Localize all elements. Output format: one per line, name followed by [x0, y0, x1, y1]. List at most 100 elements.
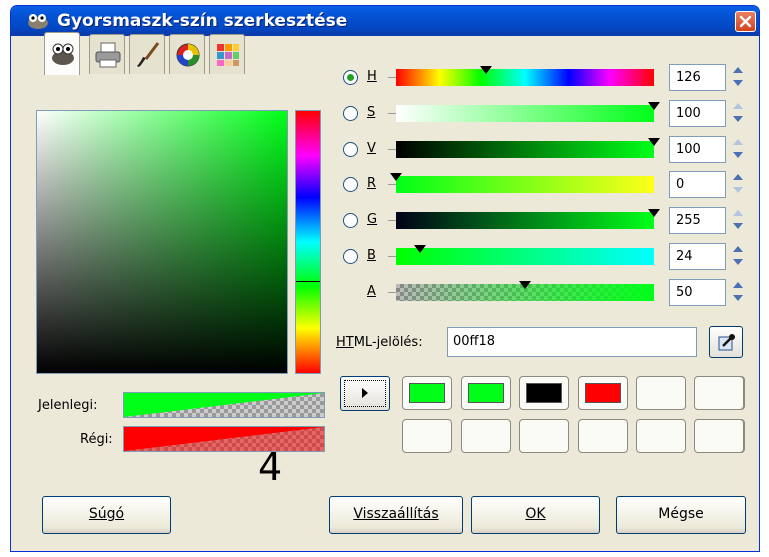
spin-input-g[interactable]: 255: [669, 207, 726, 234]
spin-buttons-a[interactable]: [730, 279, 746, 306]
ok-button[interactable]: OK: [471, 496, 600, 534]
radio-h[interactable]: [343, 70, 358, 85]
tab-watercolor[interactable]: [129, 34, 165, 74]
spin-down-icon[interactable]: [733, 152, 743, 158]
slider-b[interactable]: [388, 245, 654, 265]
spin-buttons-h[interactable]: [730, 64, 746, 91]
history-swatch[interactable]: [636, 419, 686, 453]
spin-buttons-r[interactable]: [730, 171, 746, 198]
spin-down-icon[interactable]: [733, 259, 743, 265]
slider-v[interactable]: [388, 138, 660, 158]
history-color: [526, 383, 562, 403]
add-to-history-button[interactable]: [340, 376, 390, 411]
previous-color-swatch: [123, 426, 325, 452]
hue-strip[interactable]: [295, 110, 321, 374]
history-swatch[interactable]: [402, 376, 452, 410]
radio-g[interactable]: [343, 213, 358, 228]
help-button-label: Súgó: [88, 506, 125, 522]
slider-s[interactable]: [388, 102, 660, 122]
spin-down-icon[interactable]: [733, 80, 743, 86]
previous-color-label: Régi:: [80, 432, 113, 447]
channel-label-v: V: [367, 141, 376, 156]
spin-up-icon[interactable]: [733, 174, 743, 180]
slider-marker-h[interactable]: [480, 66, 493, 74]
slider-tick: [388, 149, 396, 150]
spin-down-icon[interactable]: [733, 187, 743, 193]
cancel-button[interactable]: Mégse: [616, 496, 746, 534]
slider-a[interactable]: [388, 281, 654, 301]
radio-b[interactable]: [343, 249, 358, 264]
color-wheel-icon: [176, 43, 200, 67]
current-color-swatch: [123, 392, 325, 418]
history-color: [468, 383, 504, 403]
spin-buttons-b[interactable]: [730, 243, 746, 270]
slider-marker-a[interactable]: [519, 281, 531, 289]
history-swatch[interactable]: [694, 376, 744, 410]
history-swatch[interactable]: [578, 419, 628, 453]
slider-r[interactable]: [388, 173, 654, 193]
spin-up-icon[interactable]: [733, 282, 743, 288]
cancel-button-label: Mégse: [658, 506, 704, 522]
slider-marker-r[interactable]: [390, 173, 402, 181]
history-swatch[interactable]: [519, 419, 569, 453]
ok-button-label: OK: [525, 506, 546, 522]
spin-up-icon[interactable]: [733, 67, 743, 73]
channel-label-b: B: [367, 248, 376, 263]
spin-input-b[interactable]: 24: [669, 243, 726, 270]
tab-cmyk[interactable]: [89, 34, 125, 74]
slider-marker-b[interactable]: [414, 245, 427, 253]
history-swatch[interactable]: [636, 376, 686, 410]
spin-up-icon[interactable]: [733, 139, 743, 145]
slider-marker-g[interactable]: [648, 209, 660, 217]
slider-marker-s[interactable]: [648, 102, 660, 110]
spin-down-icon[interactable]: [733, 116, 743, 122]
current-color-label: Jelenlegi:: [38, 398, 98, 413]
color-picker-button[interactable]: [709, 326, 743, 358]
channel-label-r: R: [367, 176, 377, 191]
reset-button[interactable]: Visszaállítás: [329, 496, 463, 534]
hue-indicator[interactable]: [296, 280, 320, 282]
saturation-value-picker[interactable]: [36, 110, 288, 374]
history-swatch[interactable]: [578, 376, 628, 410]
history-swatch[interactable]: [402, 419, 452, 453]
slider-tick: [388, 113, 396, 114]
spin-input-s[interactable]: 100: [669, 100, 726, 127]
help-button[interactable]: Súgó: [42, 496, 171, 534]
spin-buttons-v[interactable]: [730, 136, 746, 163]
spin-down-icon[interactable]: [733, 223, 743, 229]
radio-v[interactable]: [343, 142, 358, 157]
tab-palette[interactable]: [209, 34, 245, 74]
tab-wheel[interactable]: [169, 34, 205, 74]
spin-buttons-g[interactable]: [730, 207, 746, 234]
spin-input-a[interactable]: 50: [669, 279, 726, 306]
radio-s[interactable]: [343, 106, 358, 121]
spin-up-icon[interactable]: [733, 246, 743, 252]
palette-icon: [217, 44, 239, 66]
dialog-title: Gyorsmaszk-szín szerkesztése: [57, 11, 348, 31]
html-notation-label: HTML-jelölés:: [336, 335, 423, 350]
history-swatch[interactable]: [694, 419, 744, 453]
spin-down-icon[interactable]: [733, 295, 743, 301]
spin-up-icon[interactable]: [733, 103, 743, 109]
tab-gimp-selector[interactable]: [44, 32, 80, 75]
html-notation-input[interactable]: 00ff18: [447, 327, 697, 357]
radio-r[interactable]: [343, 177, 358, 192]
spin-input-v[interactable]: 100: [669, 136, 726, 163]
spin-input-r[interactable]: 0: [669, 171, 726, 198]
spin-buttons-s[interactable]: [730, 100, 746, 127]
slider-h[interactable]: [388, 66, 654, 86]
printer-icon: [95, 42, 121, 68]
paintbrush-icon: [137, 42, 160, 67]
slider-tick: [388, 256, 396, 257]
slider-tick: [388, 184, 396, 185]
spin-input-h[interactable]: 126: [669, 64, 726, 91]
history-swatch[interactable]: [461, 419, 511, 453]
slider-marker-v[interactable]: [648, 138, 660, 146]
channel-label-s: S: [367, 105, 376, 120]
slider-g[interactable]: [388, 209, 660, 229]
close-button[interactable]: [735, 11, 756, 32]
history-swatch[interactable]: [461, 376, 511, 410]
spin-up-icon[interactable]: [733, 210, 743, 216]
slider-tick: [388, 292, 396, 293]
history-swatch[interactable]: [519, 376, 569, 410]
